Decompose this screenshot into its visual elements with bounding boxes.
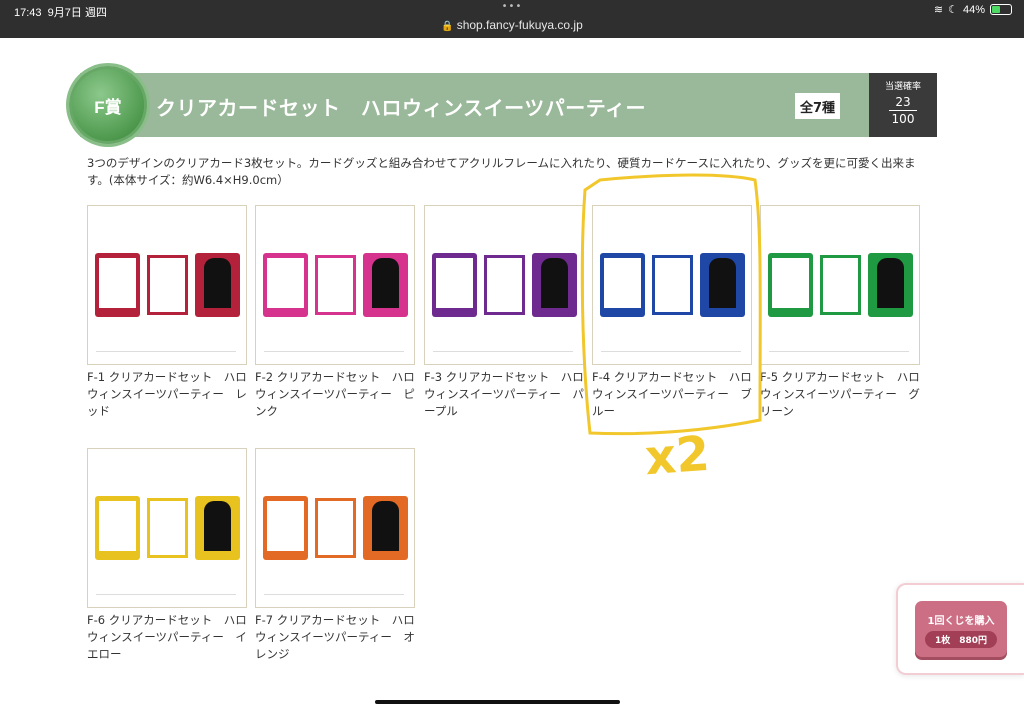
home-indicator[interactable] [375, 700, 620, 704]
product-card[interactable]: F-7 クリアカードセット ハロウィンスイーツパーティー オレンジ [255, 448, 415, 663]
card-design-front [432, 253, 477, 317]
prize-title: クリアカードセット ハロウィンスイーツパーティー [156, 96, 646, 120]
card-design-frame [145, 496, 190, 560]
system-status: ≋ ☾ 44% [934, 3, 1012, 16]
card-design-front [95, 496, 140, 560]
product-caption[interactable]: F-7 クリアカードセット ハロウィンスイーツパーティー オレンジ [255, 612, 415, 663]
prize-description: 3つのデザインのクリアカード3枚セット。カードグッズと組み合わせてアクリルフレー… [87, 156, 916, 187]
card-design-frame [650, 253, 695, 317]
card-design-back [195, 253, 240, 317]
card-design-frame [313, 253, 358, 317]
wifi-icon: ≋ [933, 4, 944, 16]
image-fine-print [96, 351, 236, 357]
card-design-front [768, 253, 813, 317]
card-design-frame [145, 253, 190, 317]
product-caption[interactable]: F-2 クリアカードセット ハロウィンスイーツパーティー ピンク [255, 369, 415, 420]
product-image[interactable] [592, 205, 752, 365]
product-image[interactable] [87, 448, 247, 608]
product-image[interactable] [255, 205, 415, 365]
product-image[interactable] [424, 205, 584, 365]
win-rate-label: 当選確率 [884, 82, 921, 92]
purchase-button[interactable]: 1回くじを購入 1枚 880円 [915, 601, 1007, 657]
battery-percent: 44% [962, 3, 985, 16]
card-design-front [263, 253, 308, 317]
moon-icon: ☾ [948, 4, 958, 16]
product-image[interactable] [255, 448, 415, 608]
card-design-back [532, 253, 577, 317]
image-fine-print [264, 594, 404, 600]
fraction-line [889, 110, 917, 111]
product-card[interactable]: F-4 クリアカードセット ハロウィンスイーツパーティー ブルー [592, 205, 752, 420]
image-fine-print [601, 351, 741, 357]
image-fine-print [264, 351, 404, 357]
battery-level [992, 6, 1000, 13]
product-card[interactable]: F-3 クリアカードセット ハロウィンスイーツパーティー パープル [424, 205, 584, 420]
lock-icon: 🔒 [441, 21, 454, 32]
battery-icon [990, 4, 1012, 15]
card-design-back [363, 253, 408, 317]
card-design-front [263, 496, 308, 560]
image-fine-print [433, 351, 573, 357]
product-card[interactable]: F-2 クリアカードセット ハロウィンスイーツパーティー ピンク [255, 205, 415, 420]
browser-status-bar: 17:43 9月7日 週四 ••• 🔒 shop.fancy-fukuya.co.… [0, 0, 1024, 38]
card-design-frame [482, 253, 527, 317]
card-design-back [363, 496, 408, 560]
product-caption[interactable]: F-6 クリアカードセット ハロウィンスイーツパーティー イエロー [87, 612, 247, 663]
product-image[interactable] [87, 205, 247, 365]
purchase-label: 1回くじを購入 [927, 616, 995, 627]
card-design-front [600, 253, 645, 317]
card-design-frame [313, 496, 358, 560]
image-fine-print [769, 351, 909, 357]
image-fine-print [96, 594, 236, 600]
url-text: shop.fancy-fukuya.co.jp [456, 18, 583, 32]
prize-rank-seal: F賞 [69, 66, 147, 144]
product-caption[interactable]: F-3 クリアカードセット ハロウィンスイーツパーティー パープル [424, 369, 584, 420]
product-caption[interactable]: F-4 クリアカードセット ハロウィンスイーツパーティー ブルー [592, 369, 752, 420]
product-card[interactable]: F-5 クリアカードセット ハロウィンスイーツパーティー グリーン [760, 205, 920, 420]
card-design-back [195, 496, 240, 560]
quantity-annotation: x2 [643, 425, 712, 487]
variety-count-badge: 全7種 [795, 93, 840, 119]
win-rate-denominator: 100 [891, 112, 915, 126]
win-rate-box: 当選確率 23 100 [869, 73, 937, 137]
card-design-front [95, 253, 140, 317]
purchase-price: 1枚 880円 [924, 631, 998, 648]
tab-options-dots[interactable]: ••• [0, 1, 1024, 12]
product-image[interactable] [760, 205, 920, 365]
card-design-back [700, 253, 745, 317]
win-rate-numerator: 23 [895, 95, 911, 109]
product-caption[interactable]: F-5 クリアカードセット ハロウィンスイーツパーティー グリーン [760, 369, 920, 420]
product-caption[interactable]: F-1 クリアカードセット ハロウィンスイーツパーティー レッド [87, 369, 247, 420]
product-card[interactable]: F-1 クリアカードセット ハロウィンスイーツパーティー レッド [87, 205, 247, 420]
address-bar[interactable]: 🔒 shop.fancy-fukuya.co.jp [0, 18, 1024, 32]
product-card[interactable]: F-6 クリアカードセット ハロウィンスイーツパーティー イエロー [87, 448, 247, 663]
card-design-frame [818, 253, 863, 317]
card-design-back [868, 253, 913, 317]
